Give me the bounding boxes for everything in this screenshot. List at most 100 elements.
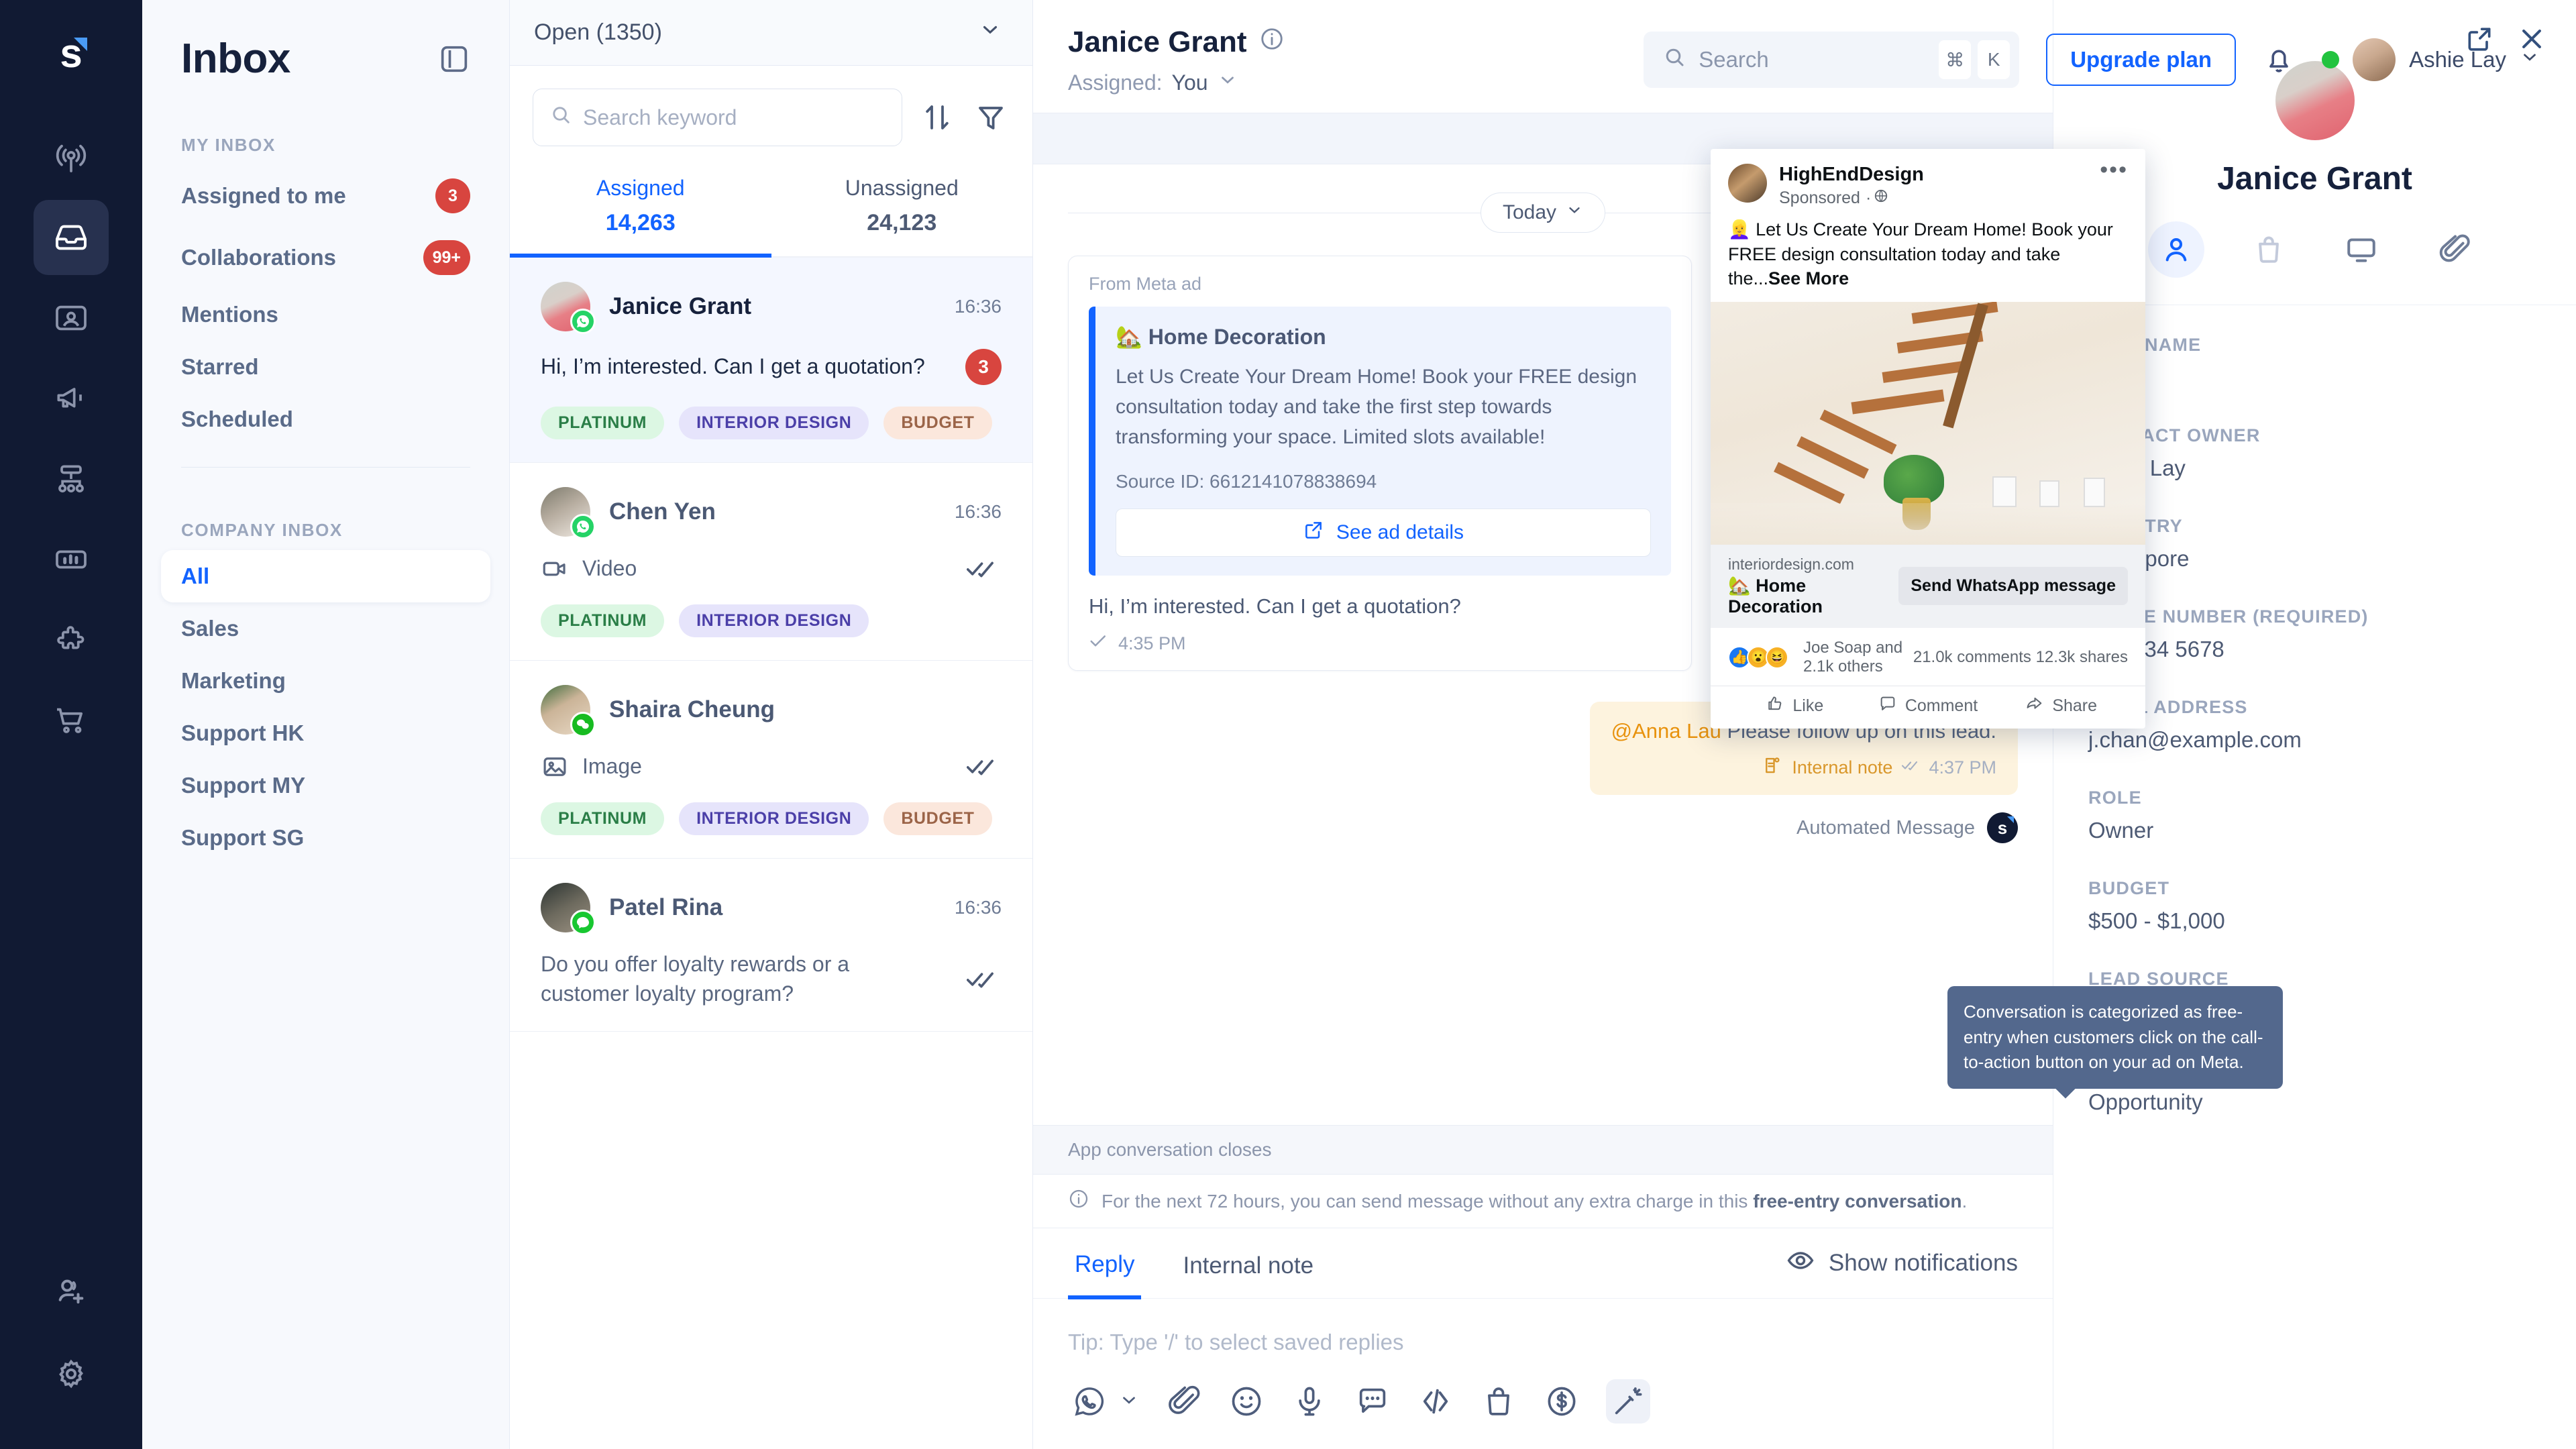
- sidebar-item-sales[interactable]: Sales: [161, 602, 490, 655]
- rail-item-broadcast[interactable]: [34, 119, 109, 195]
- tab-internal-note[interactable]: Internal note: [1176, 1230, 1320, 1297]
- tab-count: 14,263: [510, 210, 771, 236]
- conversation-list-item[interactable]: Janice Grant 16:36 Hi, I’m interested. C…: [510, 258, 1032, 463]
- tag-budget[interactable]: BUDGET: [883, 802, 991, 835]
- info-icon[interactable]: [1259, 25, 1285, 59]
- sidebar-item-starred[interactable]: Starred: [161, 341, 490, 393]
- conversation-list-item[interactable]: Chen Yen 16:36 Video PLATINUM INTERIOR D…: [510, 463, 1032, 661]
- rail-item-commerce[interactable]: [34, 683, 109, 758]
- sidebar-item-collaborations[interactable]: Collaborations 99+: [161, 227, 490, 288]
- panel-collapse-icon[interactable]: [437, 42, 472, 76]
- conversation-list-item[interactable]: Shaira Cheung Image PLATINUM INTERIOR DE…: [510, 661, 1032, 859]
- tag-platinum[interactable]: PLATINUM: [541, 604, 664, 637]
- payment-icon[interactable]: [1543, 1383, 1580, 1420]
- show-notifications-button[interactable]: Show notifications: [1786, 1246, 2018, 1281]
- sidebar-item-marketing[interactable]: Marketing: [161, 655, 490, 707]
- tag-platinum[interactable]: PLATINUM: [541, 407, 664, 439]
- code-snippet-icon[interactable]: [1417, 1383, 1454, 1420]
- tag-platinum[interactable]: PLATINUM: [541, 802, 664, 835]
- sidebar-item-label: Marketing: [181, 668, 286, 694]
- files-tab[interactable]: [2426, 221, 2482, 278]
- send-whatsapp-message-button[interactable]: Send WhatsApp message: [1898, 567, 2128, 605]
- user-menu[interactable]: Ashie Lay: [2322, 38, 2540, 81]
- internal-note-mention[interactable]: @Anna Lau: [1611, 719, 1721, 743]
- upgrade-plan-button[interactable]: Upgrade plan: [2046, 34, 2236, 86]
- field-value[interactable]: Singapore: [2088, 546, 2541, 572]
- rail-item-settings[interactable]: [34, 1336, 109, 1411]
- rail-item-invite-user[interactable]: [34, 1254, 109, 1330]
- notification-bell-icon[interactable]: [2263, 44, 2295, 76]
- rail-item-campaigns[interactable]: [34, 361, 109, 436]
- tab-assigned[interactable]: Assigned 14,263: [510, 169, 771, 258]
- double-tick-icon: [967, 967, 1002, 992]
- conversation-tags: PLATINUM INTERIOR DESIGN: [541, 604, 1002, 637]
- ai-wand-icon[interactable]: [1606, 1379, 1650, 1424]
- incoming-message-text: Hi, I’m interested. Can I get a quotatio…: [1089, 594, 1671, 619]
- sidebar-item-all[interactable]: All: [161, 550, 490, 602]
- rail-item-inbox[interactable]: [34, 200, 109, 275]
- sidebar-item-assigned-to-me[interactable]: Assigned to me 3: [161, 165, 490, 227]
- more-dots-icon[interactable]: •••: [2100, 164, 2128, 176]
- chat-footer: App conversation closes For the next 72 …: [1033, 1125, 2053, 1449]
- sidebar-item-mentions[interactable]: Mentions: [161, 288, 490, 341]
- kbd-cmd: ⌘: [1939, 40, 1971, 79]
- conversation-list-item[interactable]: Patel Rina 16:36 Do you offer loyalty re…: [510, 859, 1032, 1031]
- contacts-icon: [52, 299, 90, 337]
- quick-reply-icon[interactable]: [1354, 1383, 1391, 1420]
- chevron-down-icon: [2520, 47, 2540, 72]
- see-more-link[interactable]: See More: [1768, 268, 1849, 288]
- rail-item-contacts[interactable]: [34, 280, 109, 356]
- contact-field: PHONE NUMBER (REQUIRED) +1 1234 5678: [2088, 606, 2541, 662]
- profile-tab[interactable]: [2148, 221, 2204, 278]
- microphone-icon[interactable]: [1291, 1383, 1328, 1420]
- field-value[interactable]: +1 1234 5678: [2088, 637, 2541, 662]
- whatsapp-channel-icon[interactable]: [1071, 1383, 1108, 1420]
- sidebar-item-scheduled[interactable]: Scheduled: [161, 393, 490, 445]
- sidebar-item-support-my[interactable]: Support MY: [161, 759, 490, 812]
- like-button[interactable]: Like: [1728, 694, 1862, 718]
- share-button[interactable]: Share: [1994, 694, 2128, 718]
- unread-count-badge: 3: [965, 349, 1002, 385]
- conversation-time: 16:36: [955, 897, 1002, 918]
- chevron-down-icon[interactable]: [1119, 1390, 1139, 1413]
- ad-popup-body: 👱‍♀️ Let Us Create Your Dream Home! Book…: [1711, 208, 2145, 301]
- tab-unassigned[interactable]: Unassigned 24,123: [771, 169, 1033, 256]
- conversation-header: Patel Rina 16:36: [541, 883, 1002, 932]
- sort-icon[interactable]: [918, 99, 956, 136]
- tag-interior-design[interactable]: INTERIOR DESIGN: [679, 604, 869, 637]
- tag-interior-design[interactable]: INTERIOR DESIGN: [679, 802, 869, 835]
- sidebar-item-support-sg[interactable]: Support SG: [161, 812, 490, 864]
- sidebar-item-label: Collaborations: [181, 245, 336, 270]
- orders-tab[interactable]: [2241, 221, 2297, 278]
- field-value[interactable]: Chan: [2088, 365, 2541, 390]
- global-search-input[interactable]: Search ⌘ K: [1644, 32, 2019, 88]
- see-ad-details-button[interactable]: See ad details: [1116, 508, 1651, 557]
- tab-reply[interactable]: Reply: [1068, 1228, 1141, 1299]
- day-pill[interactable]: Today: [1481, 193, 1605, 233]
- ad-hero-image: [1711, 302, 2145, 545]
- emoji-icon[interactable]: [1228, 1383, 1265, 1420]
- global-search-placeholder: Search: [1699, 47, 1769, 72]
- tag-interior-design[interactable]: INTERIOR DESIGN: [679, 407, 869, 439]
- rail-item-analytics[interactable]: [34, 522, 109, 597]
- comment-button[interactable]: Comment: [1862, 694, 1995, 718]
- field-value[interactable]: Ashie Lay: [2088, 455, 2541, 481]
- field-value[interactable]: $500 - $1,000: [2088, 908, 2541, 934]
- composer-toolbar: [1033, 1355, 2053, 1449]
- rail-item-integrations[interactable]: [34, 602, 109, 678]
- field-value[interactable]: Owner: [2088, 818, 2541, 843]
- search-input[interactable]: Search keyword: [533, 89, 902, 146]
- field-value[interactable]: j.chan@example.com: [2088, 727, 2541, 753]
- message-composer[interactable]: Tip: Type '/' to select saved replies: [1033, 1299, 2053, 1355]
- activity-tab[interactable]: [2333, 221, 2390, 278]
- status-filter-dropdown[interactable]: Open (1350): [510, 0, 1032, 66]
- ad-title: 🏡 Home Decoration: [1116, 324, 1651, 350]
- attachment-icon[interactable]: [1165, 1383, 1202, 1420]
- rail-item-flow-builder[interactable]: [34, 441, 109, 517]
- sidebar-item-support-hk[interactable]: Support HK: [161, 707, 490, 759]
- product-catalog-icon[interactable]: [1480, 1383, 1517, 1420]
- funnel-icon[interactable]: [972, 99, 1010, 136]
- sleekflow-logo: s: [44, 27, 98, 80]
- tag-budget[interactable]: BUDGET: [883, 407, 991, 439]
- field-value[interactable]: Opportunity: [2088, 1089, 2541, 1115]
